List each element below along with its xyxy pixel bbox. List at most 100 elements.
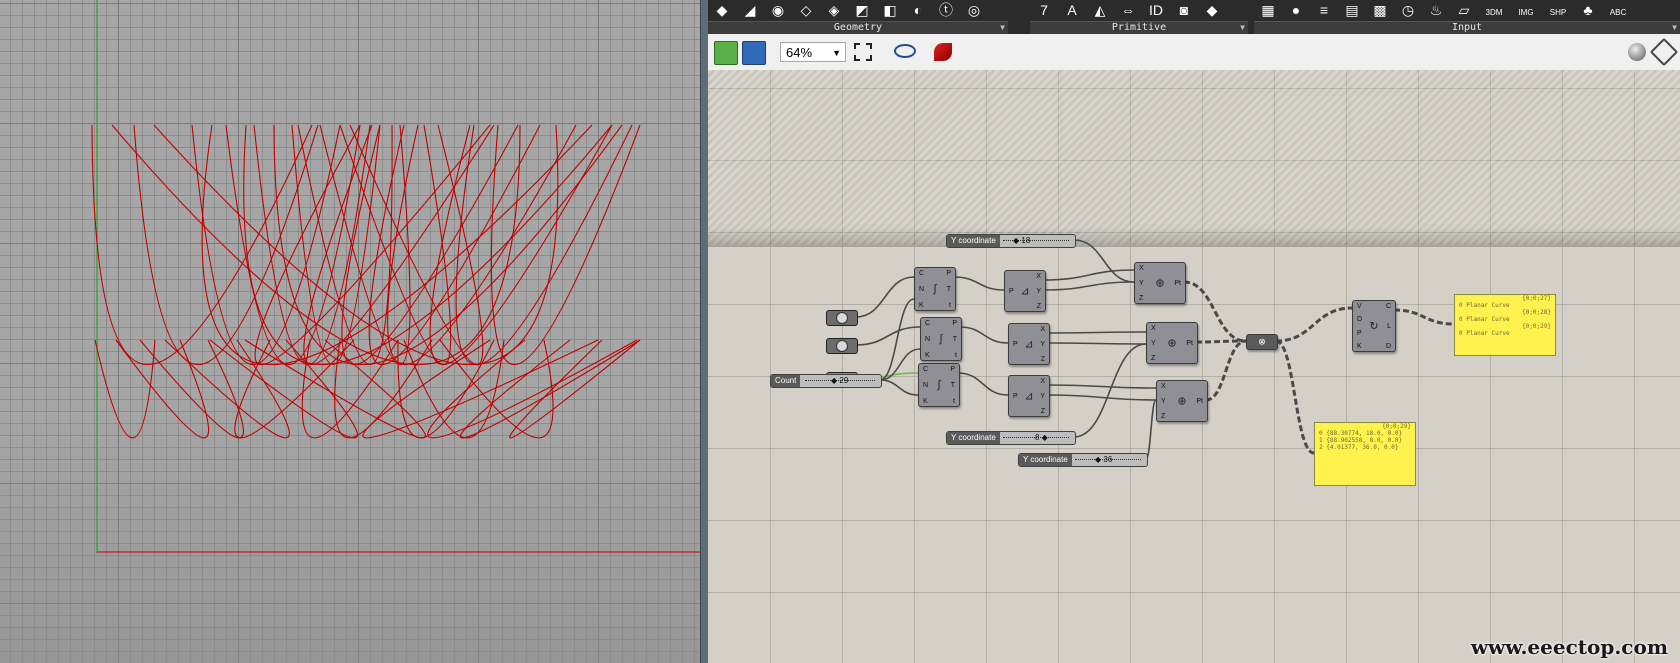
input-pin[interactable]: Z <box>1161 413 1165 421</box>
ribbon-component-icon[interactable]: ◉ <box>767 0 789 20</box>
output-pin[interactable]: Z <box>1037 303 1041 311</box>
input-pin[interactable]: P <box>1009 288 1014 296</box>
output-pin[interactable]: D <box>1386 343 1391 351</box>
input-pin[interactable]: N <box>923 382 928 390</box>
output-pin[interactable]: Z <box>1041 408 1045 416</box>
y-coordinate-slider-2[interactable]: Y coordinate 8 ◆ <box>946 431 1076 445</box>
ribbon-component-icon[interactable]: SHP <box>1545 3 1571 23</box>
geometry-icons[interactable]: ◆ ◢ ◉ ◇ ◈ ◩ ◧ ◐ ⓣ ◎ <box>708 0 1008 22</box>
output-pin[interactable]: X <box>1040 378 1045 386</box>
input-pin[interactable]: K <box>923 398 928 406</box>
ribbon-component-icon[interactable]: ● <box>1285 0 1307 20</box>
y-coordinate-slider-3[interactable]: Y coordinate ◆ 36 <box>1018 453 1148 467</box>
output-pin[interactable]: T <box>947 286 951 294</box>
curve-param-2[interactable] <box>826 338 858 354</box>
ribbon-component-icon[interactable]: ◐ <box>907 0 929 20</box>
save-file-icon[interactable] <box>742 41 766 65</box>
output-pin[interactable]: Pt <box>1196 398 1203 406</box>
input-pin[interactable]: Y <box>1139 280 1144 288</box>
ribbon-component-icon[interactable]: ◷ <box>1397 0 1419 20</box>
output-pin[interactable]: T <box>951 382 955 390</box>
divide-curve-node-1[interactable]: C N K P Tt ∫ <box>914 267 956 311</box>
input-pin[interactable]: N <box>919 286 924 294</box>
ribbon-component-icon[interactable]: ⓣ <box>935 0 957 20</box>
divide-curve-node-3[interactable]: C N K P Tt ∫ <box>918 363 960 407</box>
ribbon-component-icon[interactable]: ⇔ <box>1117 0 1139 20</box>
curve-param-1[interactable] <box>826 310 858 326</box>
ribbon-component-icon[interactable]: ≡ <box>1313 0 1335 20</box>
ribbon-component-icon[interactable]: ▱ <box>1453 0 1475 20</box>
expand-arrow-icon[interactable]: ▼ <box>1000 22 1005 34</box>
construct-point-node-3[interactable]: X Y Z Pt ⊕ <box>1156 380 1208 422</box>
output-pin[interactable]: t <box>953 398 955 406</box>
input-pin[interactable]: K <box>919 302 924 310</box>
ribbon-component-icon[interactable]: ◆ <box>1201 0 1223 20</box>
ribbon-component-icon[interactable]: ▤ <box>1341 0 1363 20</box>
ribbon-component-icon[interactable]: ◧ <box>879 0 901 20</box>
output-pin[interactable]: Y <box>1040 341 1045 349</box>
ribbon-component-icon[interactable]: ID <box>1145 0 1167 20</box>
input-pin[interactable]: D <box>1357 316 1362 324</box>
input-pin[interactable]: Y <box>1151 340 1156 348</box>
input-pin[interactable]: K <box>1357 343 1362 351</box>
input-pin[interactable]: C <box>925 320 930 328</box>
ribbon-component-icon[interactable]: ◭ <box>1089 0 1111 20</box>
points-panel[interactable]: {0;0;29} 0 {88.30774, 18.0, 0.0} 1 {88.9… <box>1314 422 1416 486</box>
ribbon-component-icon[interactable]: ◎ <box>963 0 985 20</box>
output-pin[interactable]: t <box>955 352 957 360</box>
input-pin[interactable]: X <box>1151 325 1156 333</box>
zoom-dropdown[interactable]: 64% ▼ <box>780 42 846 62</box>
ribbon-component-icon[interactable]: ◢ <box>739 0 761 20</box>
y-coordinate-slider-1[interactable]: Y coordinate ◆ 18 <box>946 234 1076 248</box>
input-pin[interactable]: X <box>1161 383 1166 391</box>
shaded-preview-icon[interactable] <box>1628 43 1646 61</box>
ribbon-component-icon[interactable]: 7 <box>1033 0 1055 20</box>
divide-curve-node-2[interactable]: C N K P Tt ∫ <box>920 317 962 361</box>
wire-display-icon[interactable] <box>1649 37 1679 67</box>
expand-arrow-icon[interactable]: ▼ <box>1240 22 1245 34</box>
deconstruct-point-node-2[interactable]: P X Y Z ⊿ <box>1008 323 1050 365</box>
input-pin[interactable]: Z <box>1151 355 1155 363</box>
deconstruct-point-node-1[interactable]: P X Y Z ⊿ <box>1004 270 1046 312</box>
sketch-pen-icon[interactable] <box>934 43 952 61</box>
definition-canvas[interactable]: Y coordinate ◆ 18 Count ◆ 29 Y coordinat… <box>708 70 1680 663</box>
expand-arrow-icon[interactable]: ▼ <box>1672 22 1677 34</box>
output-pin[interactable]: X <box>1040 326 1045 334</box>
input-pin[interactable]: N <box>925 336 930 344</box>
rhino-viewport[interactable] <box>0 0 700 663</box>
ribbon-component-icon[interactable]: ◇ <box>795 0 817 20</box>
output-pin[interactable]: C <box>1386 303 1391 311</box>
ribbon-component-icon[interactable]: ◩ <box>851 0 873 20</box>
input-pin[interactable]: C <box>923 366 928 374</box>
open-file-icon[interactable] <box>714 41 738 65</box>
ribbon-component-icon[interactable]: 3DM <box>1481 3 1507 23</box>
ribbon-component-icon[interactable]: ABC <box>1605 3 1631 23</box>
input-pin[interactable]: P <box>1013 341 1018 349</box>
construct-point-node-2[interactable]: X Y Z Pt ⊕ <box>1146 322 1198 364</box>
ribbon-component-icon[interactable]: ▦ <box>1257 0 1279 20</box>
curves-panel[interactable]: {0;0;27} 0 Planar Curve {0;0;28} 0 Plana… <box>1454 294 1556 356</box>
deconstruct-point-node-3[interactable]: P X Y Z ⊿ <box>1008 375 1050 417</box>
output-pin[interactable]: T <box>953 336 957 344</box>
ribbon-component-icon[interactable]: ▩ <box>1369 0 1391 20</box>
merge-node[interactable]: ⊗ <box>1246 334 1278 350</box>
ribbon-component-icon[interactable]: ♨ <box>1425 0 1447 20</box>
zoom-extents-icon[interactable] <box>854 43 872 61</box>
input-pin[interactable]: Z <box>1139 295 1143 303</box>
output-pin[interactable]: L <box>1387 323 1391 331</box>
construct-point-node-1[interactable]: X Y Z Pt ⊕ <box>1134 262 1186 304</box>
input-pin[interactable]: K <box>925 352 930 360</box>
ribbon-component-icon[interactable]: ♣ <box>1577 0 1599 20</box>
count-slider[interactable]: Count ◆ 29 <box>770 374 882 388</box>
input-pin[interactable]: P <box>1013 393 1018 401</box>
input-icons[interactable]: ▦ ● ≡ ▤ ▩ ◷ ♨ ▱ 3DM IMG SHP ♣ ABC <box>1254 0 1680 22</box>
preview-eye-icon[interactable] <box>894 44 916 58</box>
output-pin[interactable]: t <box>949 302 951 310</box>
ribbon-component-icon[interactable]: ◙ <box>1173 0 1195 20</box>
output-pin[interactable]: Pt <box>1174 280 1181 288</box>
input-pin[interactable]: Y <box>1161 398 1166 406</box>
output-pin[interactable]: P <box>946 270 951 278</box>
input-pin[interactable]: P <box>1357 330 1362 338</box>
output-pin[interactable]: Pt <box>1186 340 1193 348</box>
input-pin[interactable]: V <box>1357 303 1362 311</box>
